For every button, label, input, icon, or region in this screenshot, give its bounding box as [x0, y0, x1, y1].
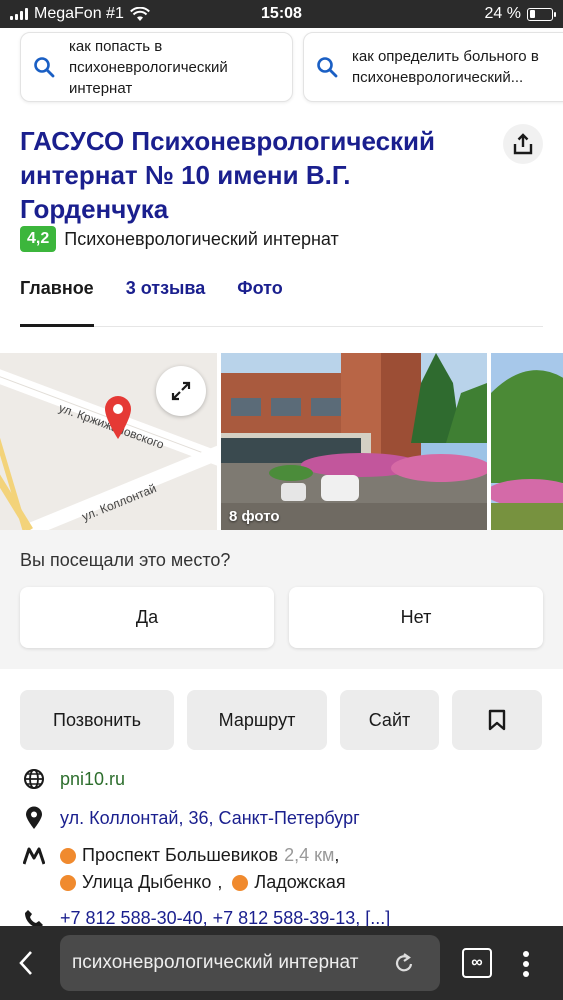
gallery-photo[interactable]: [221, 353, 487, 530]
suggestion-chip-2[interactable]: как определить больного в психоневрологи…: [303, 32, 563, 102]
back-arrow-icon[interactable]: [18, 950, 34, 976]
location-pin-icon: [26, 806, 42, 829]
expand-icon: [171, 381, 191, 401]
address-row: ул. Коллонтай, 36, Санкт-Петербург: [22, 806, 360, 830]
signal-icon: [10, 8, 28, 20]
more-menu-icon[interactable]: [522, 950, 530, 978]
gallery-photo[interactable]: [491, 353, 563, 530]
action-buttons: Позвонить Маршрут Сайт: [20, 690, 542, 750]
browser-toolbar: психоневрологический интернат ∞: [0, 926, 563, 1000]
address-link[interactable]: ул. Коллонтай, 36, Санкт-Петербург: [60, 808, 360, 829]
media-gallery: ул. Кржижановского ул. Коллонтай: [0, 353, 563, 530]
address-bar[interactable]: психоневрологический интернат: [60, 935, 440, 991]
metro-station: Проспект Большевиков: [82, 845, 279, 865]
tab-bar: Главное 3 отзыва Фото: [20, 276, 543, 327]
metro-icon: [23, 847, 45, 864]
metro-line-dot: [60, 847, 76, 864]
metro-line-dot: [232, 874, 249, 891]
carrier-name: MegaFon #1: [34, 5, 124, 22]
building-photo: [221, 353, 487, 530]
page-title: ГАСУСО Психоневрологический интернат № 1…: [20, 126, 436, 224]
route-button[interactable]: Маршрут: [187, 690, 327, 750]
search-icon: [317, 57, 338, 78]
metro-station: Ладожская: [254, 872, 346, 892]
metro-line-dot: [60, 874, 76, 891]
metro-row: Проспект Большевиков 2,4 км ,: [22, 845, 339, 866]
visited-question: Вы посещали это место?: [20, 550, 231, 570]
battery-percent: 24 %: [484, 5, 521, 22]
bookmark-icon: [488, 709, 506, 731]
tab-photos[interactable]: Фото: [237, 276, 282, 327]
tabs-button[interactable]: ∞: [462, 948, 492, 978]
search-icon: [34, 57, 55, 78]
metro-row-2: Улица Дыбенко, Ладожская: [60, 872, 346, 893]
suggestion-text: как попасть в психоневрологический интер…: [69, 37, 228, 97]
infinity-icon: ∞: [471, 954, 483, 971]
share-icon: [513, 133, 533, 155]
tab-reviews[interactable]: 3 отзыва: [126, 276, 206, 327]
visited-yes-button[interactable]: Да: [20, 587, 274, 648]
search-suggestions: как попасть в психоневрологический интер…: [20, 32, 563, 102]
website-button[interactable]: Сайт: [340, 690, 439, 750]
status-bar: MegaFon #1 15:08 24 %: [0, 0, 563, 28]
suggestion-text: как определить больного в психоневрологи…: [352, 48, 539, 86]
wifi-icon: [129, 6, 150, 21]
visited-no-button[interactable]: Нет: [289, 587, 543, 648]
suggestion-chip-1[interactable]: как попасть в психоневрологический интер…: [20, 32, 293, 102]
website-row: pni10.ru: [22, 768, 125, 790]
website-link[interactable]: pni10.ru: [60, 769, 125, 790]
tab-main[interactable]: Главное: [20, 276, 94, 327]
metro-station: Улица Дыбенко: [82, 872, 212, 892]
call-button[interactable]: Позвонить: [20, 690, 174, 750]
battery-icon: [527, 7, 556, 21]
rating-row: 4,2 Психоневрологический интернат: [20, 226, 339, 252]
garden-photo: [491, 353, 563, 530]
expand-map-button[interactable]: [156, 366, 206, 416]
share-button[interactable]: [503, 124, 543, 164]
url-text: психоневрологический интернат: [72, 952, 359, 973]
globe-icon: [24, 769, 44, 789]
bookmark-button[interactable]: [452, 690, 542, 750]
photo-count-label: 8 фото: [229, 508, 280, 525]
visited-block: Вы посещали это место? Да Нет: [0, 530, 563, 669]
reload-icon[interactable]: [394, 952, 414, 974]
place-category: Психоневрологический интернат: [64, 228, 339, 249]
clock: 15:08: [261, 5, 302, 22]
metro-distance: 2,4 км: [284, 845, 335, 865]
rating-badge[interactable]: 4,2: [20, 226, 57, 252]
